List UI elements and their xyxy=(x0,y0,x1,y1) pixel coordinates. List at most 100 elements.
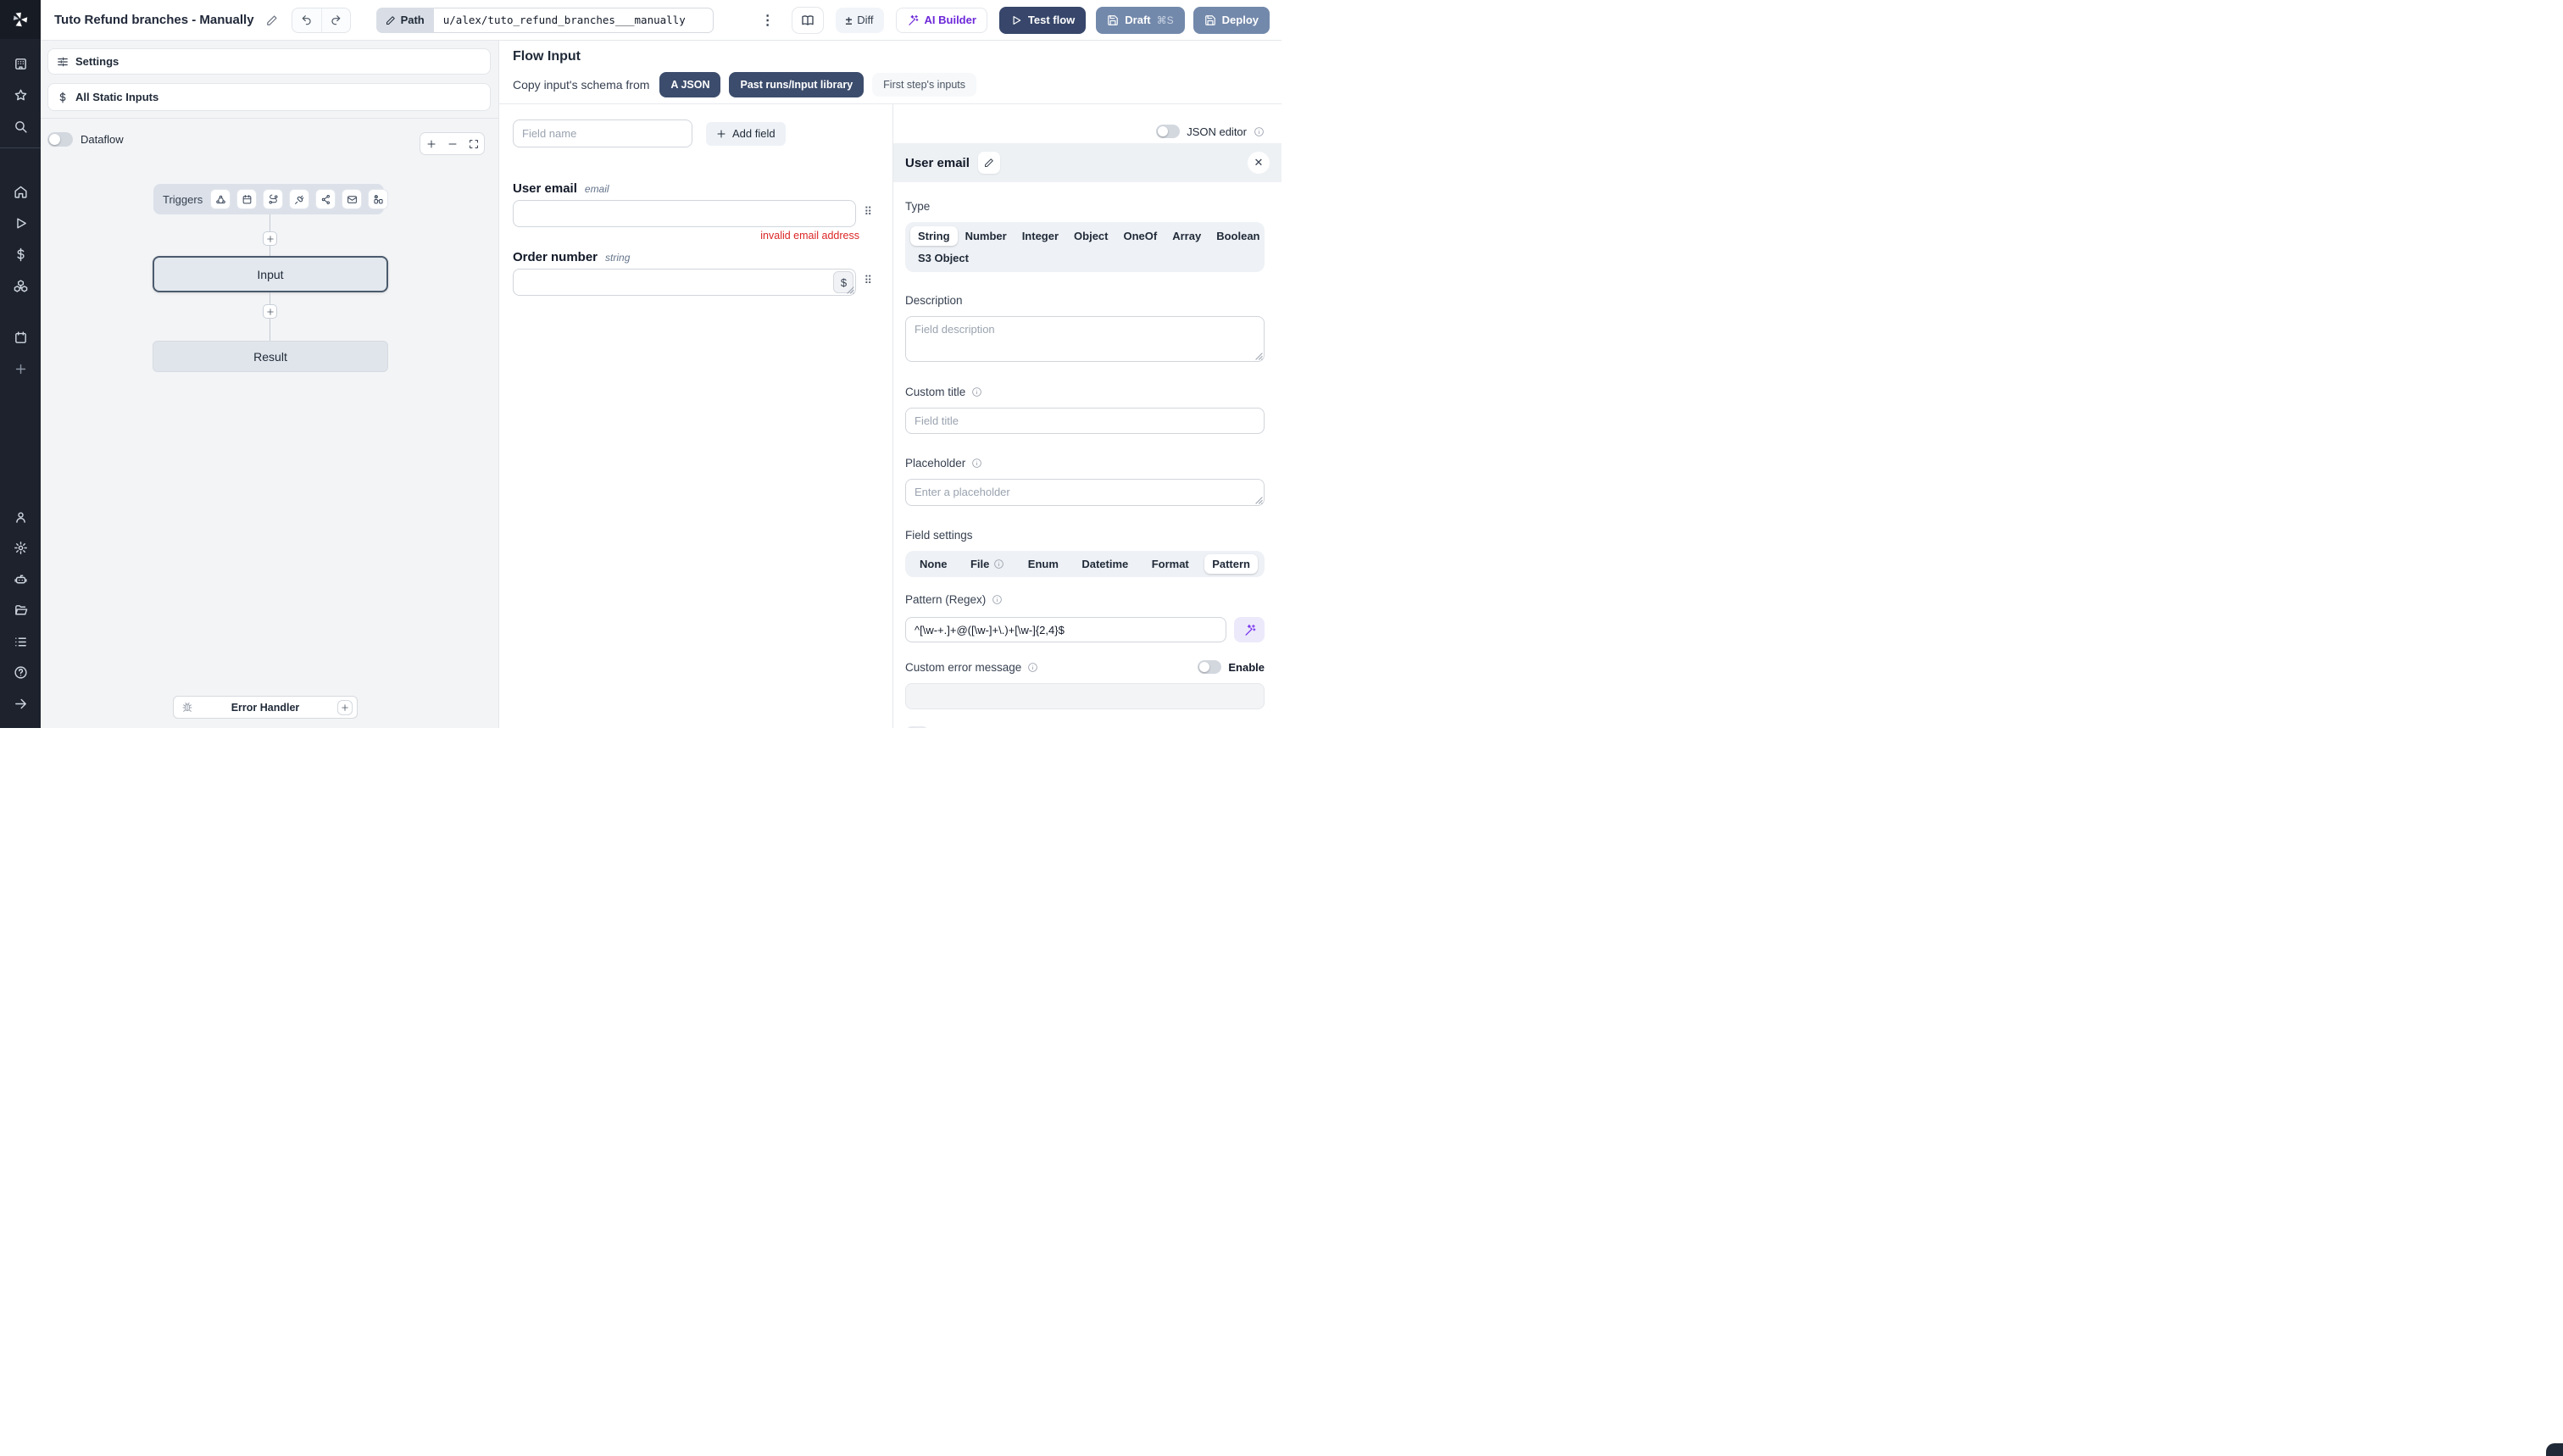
magic-wand-icon xyxy=(908,14,918,25)
sidebar-item-workspace[interactable] xyxy=(0,48,41,80)
rename-field-button[interactable] xyxy=(977,152,1000,174)
flow-canvas[interactable]: Settings All Static Inputs Dataflow Trig… xyxy=(41,41,499,728)
zoom-out-button[interactable] xyxy=(442,133,463,154)
deploy-button[interactable]: Deploy xyxy=(1193,6,1270,34)
draft-button[interactable]: Draft ⌘S xyxy=(1096,6,1185,34)
ai-builder-label: AI Builder xyxy=(924,14,976,26)
insert-step-after-input-button[interactable] xyxy=(263,304,277,319)
corner-widget[interactable] xyxy=(2546,1443,2563,1456)
zoom-in-button[interactable] xyxy=(420,133,442,154)
setting-option-file[interactable]: File xyxy=(963,554,1012,574)
windmill-logo-icon[interactable] xyxy=(0,0,41,40)
custom-error-enable-toggle[interactable] xyxy=(1198,660,1222,674)
setting-option-datetime[interactable]: Datetime xyxy=(1074,554,1136,574)
info-icon[interactable] xyxy=(1254,126,1265,137)
placeholder-label: Placeholder xyxy=(905,457,966,470)
plus-icon xyxy=(266,308,274,315)
setting-option-pattern[interactable]: Pattern xyxy=(1204,554,1258,574)
more-menu-button[interactable]: ⋮ xyxy=(756,12,780,29)
info-icon[interactable] xyxy=(971,386,982,397)
info-icon[interactable] xyxy=(992,594,1003,605)
type-option-object[interactable]: Object xyxy=(1066,226,1115,246)
sidebar-item-variables[interactable] xyxy=(0,239,41,270)
kafka-trigger-icon[interactable] xyxy=(315,189,336,209)
pattern-regex-input[interactable] xyxy=(905,617,1226,642)
drag-handle-icon[interactable]: ⠿ xyxy=(864,275,872,286)
type-option-array[interactable]: Array xyxy=(1165,226,1209,246)
sidebar-item-schedules[interactable] xyxy=(0,322,41,353)
triggers-bar[interactable]: Triggers xyxy=(153,184,389,214)
close-panel-button[interactable]: ✕ xyxy=(1248,152,1270,174)
description-input[interactable] xyxy=(905,316,1265,362)
sidebar-item-help[interactable] xyxy=(0,657,41,688)
sidebar-item-user[interactable] xyxy=(0,502,41,533)
http-route-trigger-icon[interactable] xyxy=(263,189,284,209)
sidebar-item-logs[interactable] xyxy=(0,626,41,658)
setting-option-enum[interactable]: Enum xyxy=(1020,554,1066,574)
resize-handle-icon[interactable] xyxy=(847,286,855,294)
type-option-s3-object[interactable]: S3 Object xyxy=(910,248,976,268)
sidebar-item-folders[interactable] xyxy=(0,595,41,626)
disable-variable-picker-toggle[interactable] xyxy=(905,726,929,728)
add-error-handler-button[interactable] xyxy=(337,699,353,715)
type-option-string[interactable]: String xyxy=(910,226,958,246)
dataflow-toggle[interactable] xyxy=(47,132,73,147)
copy-from-json-button[interactable]: A JSON xyxy=(659,72,721,97)
order-number-value-input[interactable] xyxy=(513,269,857,296)
sidebar-expand-button[interactable] xyxy=(0,688,41,720)
sidebar-item-search[interactable] xyxy=(0,111,41,142)
type-option-oneof[interactable]: OneOf xyxy=(1116,226,1165,246)
insert-step-before-input-button[interactable] xyxy=(263,231,277,246)
docs-button[interactable] xyxy=(791,6,824,34)
copy-from-past-runs-button[interactable]: Past runs/Input library xyxy=(729,72,865,97)
sidebar-item-settings[interactable] xyxy=(0,533,41,564)
webhook-trigger-icon[interactable] xyxy=(210,189,231,209)
sidebar-item-runs[interactable] xyxy=(0,208,41,239)
custom-title-input[interactable] xyxy=(905,408,1265,434)
edit-title-button[interactable] xyxy=(266,14,278,26)
setting-option-format[interactable]: Format xyxy=(1144,554,1197,574)
drag-handle-icon[interactable]: ⠿ xyxy=(864,206,872,217)
fit-view-button[interactable] xyxy=(463,133,484,154)
copy-from-first-step-button[interactable]: First step's inputs xyxy=(872,73,977,97)
sidebar-item-ai[interactable] xyxy=(0,564,41,595)
sidebar-item-favorites[interactable] xyxy=(0,80,41,111)
test-flow-button[interactable]: Test flow xyxy=(998,6,1087,34)
pencil-icon xyxy=(386,15,395,25)
add-field-button[interactable]: Add field xyxy=(706,121,786,146)
type-option-number[interactable]: Number xyxy=(958,226,1015,246)
poll-watch-trigger-icon[interactable] xyxy=(368,189,389,209)
field-name-input[interactable] xyxy=(513,119,692,147)
ai-generate-regex-button[interactable] xyxy=(1234,617,1265,642)
flow-input-header: Flow Input Copy input's schema from A JS… xyxy=(499,41,1282,104)
resize-handle-icon[interactable] xyxy=(1255,353,1263,360)
placeholder-input[interactable] xyxy=(905,479,1265,506)
input-node[interactable]: Input xyxy=(153,256,388,292)
type-option-boolean[interactable]: Boolean xyxy=(1209,226,1267,246)
flow-input-title: Flow Input xyxy=(513,49,581,64)
json-editor-toggle[interactable] xyxy=(1156,125,1181,138)
websocket-trigger-icon[interactable] xyxy=(289,189,310,209)
sidebar-item-resources[interactable] xyxy=(0,270,41,302)
resize-handle-icon[interactable] xyxy=(1255,497,1263,504)
email-trigger-icon[interactable] xyxy=(342,189,363,209)
flow-settings-button[interactable]: Settings xyxy=(47,48,491,75)
sidebar-item-home[interactable] xyxy=(0,177,41,208)
sidebar-add-button[interactable] xyxy=(0,353,41,385)
all-static-inputs-button[interactable]: All Static Inputs xyxy=(47,83,491,111)
diff-button[interactable]: ± Diff xyxy=(835,7,884,33)
redo-button[interactable] xyxy=(320,8,350,32)
undo-button[interactable] xyxy=(292,8,321,32)
setting-option-none[interactable]: None xyxy=(912,554,955,574)
schedule-trigger-icon[interactable] xyxy=(236,189,258,209)
user-email-value-input[interactable] xyxy=(513,200,857,227)
info-icon[interactable] xyxy=(971,458,982,469)
result-node[interactable]: Result xyxy=(153,341,388,372)
info-icon[interactable] xyxy=(1027,662,1038,673)
path-edit-button[interactable]: Path xyxy=(375,7,434,33)
error-handler-node[interactable]: Error Handler xyxy=(173,696,358,719)
ai-builder-button[interactable]: AI Builder xyxy=(895,7,987,33)
type-option-integer[interactable]: Integer xyxy=(1015,226,1066,246)
path-value[interactable]: u/alex/tuto_refund_branches___manually xyxy=(433,7,714,33)
field-block-order-number: Order number string $ ⠿ xyxy=(513,250,872,296)
